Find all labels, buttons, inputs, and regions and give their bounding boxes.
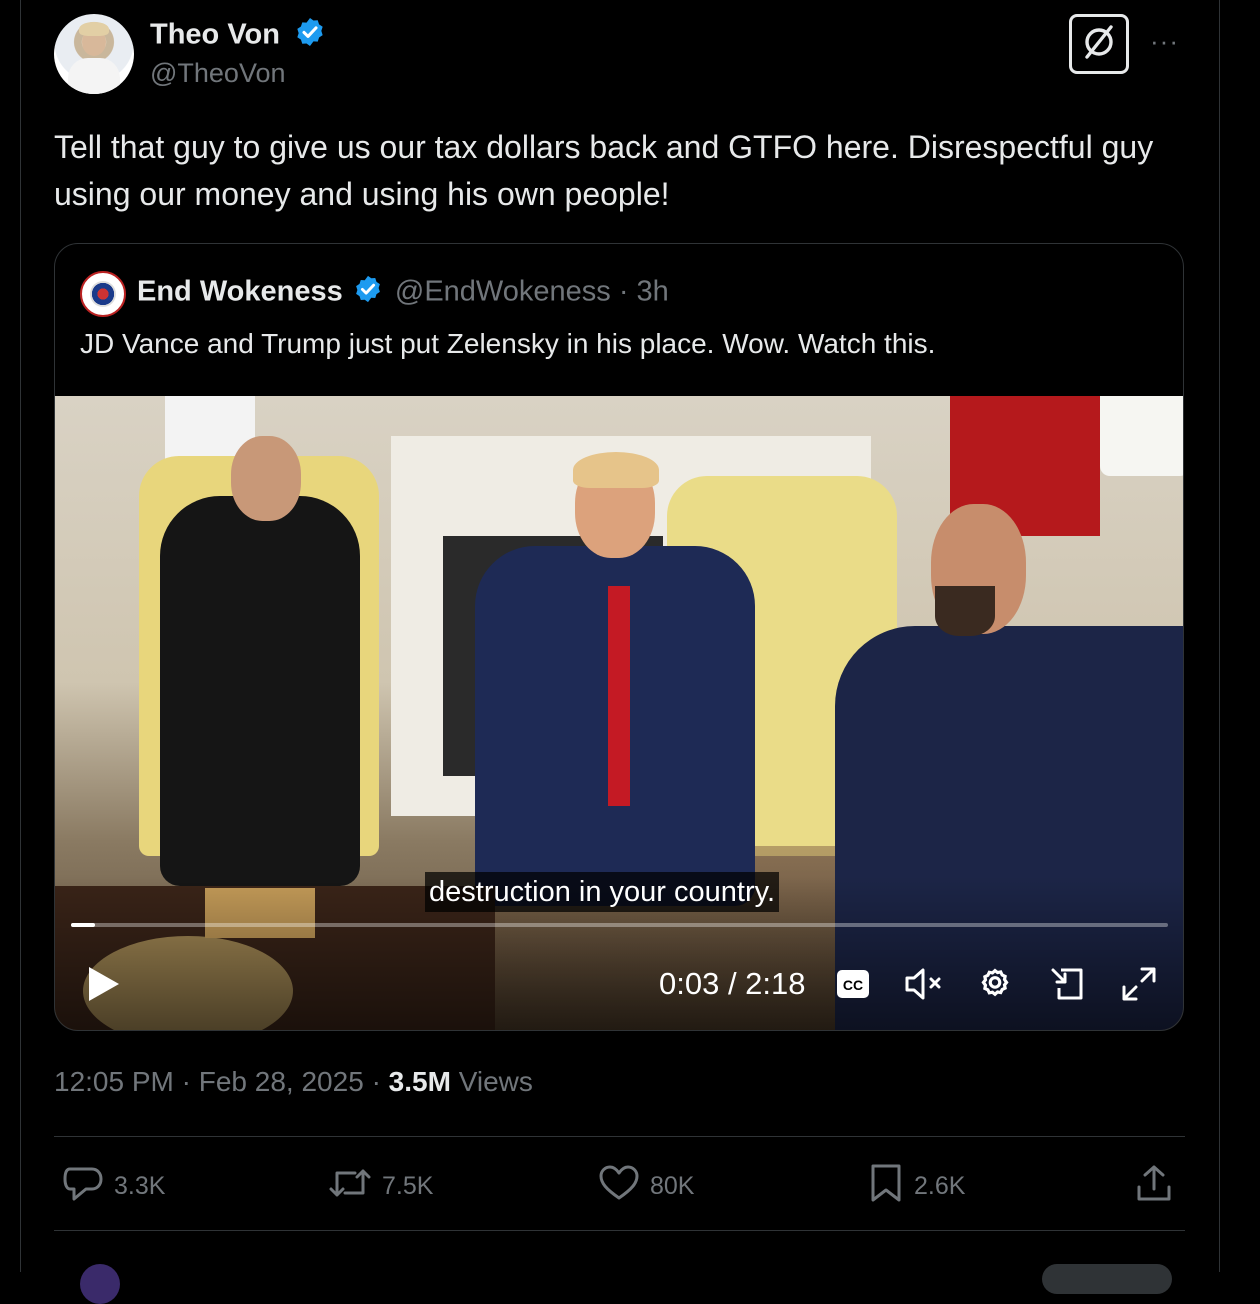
divider xyxy=(54,1230,1185,1231)
meta-separator: · xyxy=(371,1066,381,1097)
svg-text:CC: CC xyxy=(843,977,863,993)
grok-icon xyxy=(1080,23,1118,66)
author-handle[interactable]: @TheoVon xyxy=(150,58,286,89)
next-reply-button[interactable] xyxy=(1042,1264,1172,1294)
picture-in-picture-icon xyxy=(1049,966,1085,1007)
video-time: 0:03 / 2:18 xyxy=(659,966,806,1001)
verified-badge-icon xyxy=(353,274,383,312)
fullscreen-button[interactable] xyxy=(1117,964,1161,1008)
more-icon[interactable]: ··· xyxy=(1150,26,1179,57)
fullscreen-icon xyxy=(1120,965,1158,1008)
views-label: Views xyxy=(458,1066,533,1097)
like-heart-icon xyxy=(598,1164,650,1209)
verified-badge-icon xyxy=(294,16,326,56)
video-progress-fill xyxy=(71,923,96,927)
bookmark-count: 2.6K xyxy=(914,1171,966,1200)
tweet-text: Tell that guy to give us our tax dollars… xyxy=(54,129,1154,212)
quoted-author-avatar[interactable] xyxy=(80,271,126,317)
repost-icon xyxy=(328,1165,382,1208)
captions-button[interactable]: CC xyxy=(831,964,875,1008)
reply-count: 3.3K xyxy=(114,1171,166,1200)
divider xyxy=(54,1136,1185,1137)
bookmark-icon xyxy=(868,1163,914,1210)
tweet-time[interactable]: 12:05 PM xyxy=(54,1066,174,1097)
reply-icon xyxy=(62,1163,114,1210)
repost-count: 7.5K xyxy=(382,1171,434,1200)
like-button[interactable]: 80K xyxy=(598,1160,694,1212)
quoted-author-name[interactable]: End Wokeness xyxy=(137,276,343,308)
author-name[interactable]: Theo Von xyxy=(150,19,280,51)
repost-button[interactable]: 7.5K xyxy=(328,1160,433,1212)
bookmark-button[interactable]: 2.6K xyxy=(868,1160,965,1212)
play-icon xyxy=(85,965,121,1008)
muted-volume-icon xyxy=(904,967,948,1006)
quoted-tweet-age[interactable]: · 3h xyxy=(619,276,669,308)
settings-gear-icon xyxy=(976,965,1014,1008)
quoted-tweet[interactable]: End Wokeness @EndWokeness · 3h JD Vance … xyxy=(54,243,1184,1031)
closed-captions-icon: CC xyxy=(836,969,870,1004)
like-count: 80K xyxy=(650,1171,695,1200)
quoted-author-row: End Wokeness @EndWokeness · 3h xyxy=(137,274,669,312)
tweet-meta: 12:05 PM · Feb 28, 2025 · 3.5M Views xyxy=(54,1066,533,1098)
next-reply-avatar[interactable] xyxy=(80,1264,120,1304)
author-avatar[interactable] xyxy=(54,14,134,94)
settings-button[interactable] xyxy=(973,964,1017,1008)
play-button[interactable] xyxy=(81,964,125,1008)
quoted-author-handle[interactable]: @EndWokeness xyxy=(395,276,611,308)
share-icon xyxy=(1134,1163,1184,1210)
share-button[interactable] xyxy=(1134,1160,1184,1212)
video-player[interactable]: destruction in your country. 0:03 / 2:18… xyxy=(55,396,1183,1030)
author-name-row[interactable]: Theo Von xyxy=(150,16,326,56)
views-count: 3.5M xyxy=(388,1066,451,1097)
tweet-date[interactable]: Feb 28, 2025 xyxy=(199,1066,364,1097)
reply-button[interactable]: 3.3K xyxy=(62,1160,165,1212)
video-caption: destruction in your country. xyxy=(425,872,780,912)
volume-button[interactable] xyxy=(901,964,951,1008)
pip-button[interactable] xyxy=(1045,964,1089,1008)
quoted-tweet-text: JD Vance and Trump just put Zelensky in … xyxy=(80,328,936,359)
video-progress-bar[interactable] xyxy=(71,923,1168,927)
grok-button[interactable] xyxy=(1069,14,1129,74)
meta-separator: · xyxy=(181,1066,191,1097)
